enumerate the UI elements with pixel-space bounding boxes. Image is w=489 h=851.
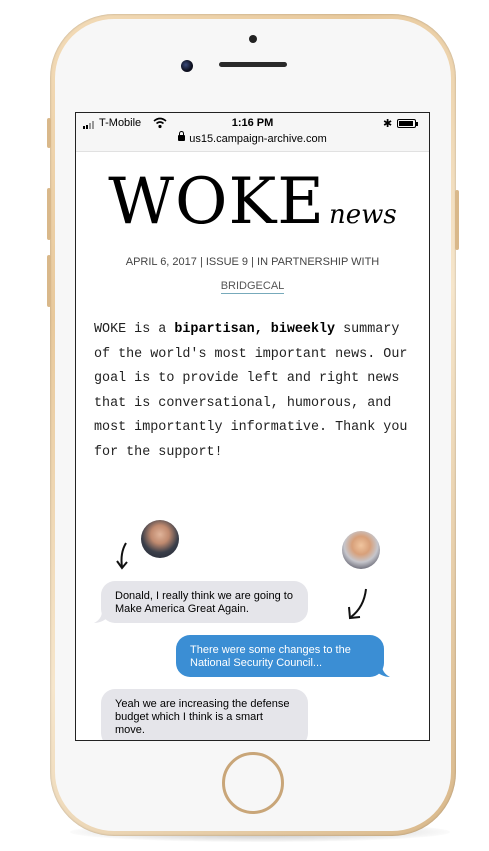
proximity-sensor xyxy=(249,35,257,43)
status-bar: T-Mobile 1:16 PM ✱ us15.campaign-archive… xyxy=(76,113,429,152)
bluetooth-icon: ✱ xyxy=(383,118,393,130)
newsletter-logo: WOKE news xyxy=(76,165,429,239)
intro-prefix: WOKE is a xyxy=(94,322,175,337)
partner-link[interactable]: BRIDGECAL xyxy=(220,280,285,294)
avatar-right xyxy=(342,531,380,569)
front-camera xyxy=(181,60,193,72)
intro-bold: bipartisan, biweekly xyxy=(174,322,336,337)
phone-screen: T-Mobile 1:16 PM ✱ us15.campaign-archive… xyxy=(75,112,430,741)
address-bar[interactable]: us15.campaign-archive.com xyxy=(76,131,429,145)
chat-bubble-received: Yeah we are increasing the defense budge… xyxy=(101,689,308,740)
chat-bubble-received: Donald, I really think we are going to M… xyxy=(101,581,308,623)
logo-main-text: WOKE xyxy=(108,165,326,239)
power-button xyxy=(455,190,459,250)
clock: 1:16 PM xyxy=(231,117,274,129)
intro-paragraph: WOKE is a bipartisan, biweekly summary o… xyxy=(94,318,416,465)
issue-dateline: APRIL 6, 2017 | ISSUE 9 | IN PARTNERSHIP… xyxy=(125,256,380,268)
volume-down-button xyxy=(47,255,51,307)
home-button[interactable] xyxy=(222,752,284,814)
arrow-down-left-icon xyxy=(116,542,128,570)
battery-icon xyxy=(397,119,418,128)
mute-switch xyxy=(47,118,51,148)
volume-up-button xyxy=(47,188,51,240)
chat-bubble-sent: There were some changes to the National … xyxy=(176,635,384,677)
battery-level xyxy=(399,121,413,126)
partner-link-container: BRIDGECAL xyxy=(76,280,429,294)
intro-rest: summary of the world's most important ne… xyxy=(94,322,408,460)
lock-icon xyxy=(178,131,186,142)
avatar-left xyxy=(141,520,179,558)
arrow-down-right-icon xyxy=(348,588,367,620)
logo-sub-text: news xyxy=(329,200,397,230)
earpiece-speaker xyxy=(219,62,287,67)
url-text: us15.campaign-archive.com xyxy=(189,133,327,145)
